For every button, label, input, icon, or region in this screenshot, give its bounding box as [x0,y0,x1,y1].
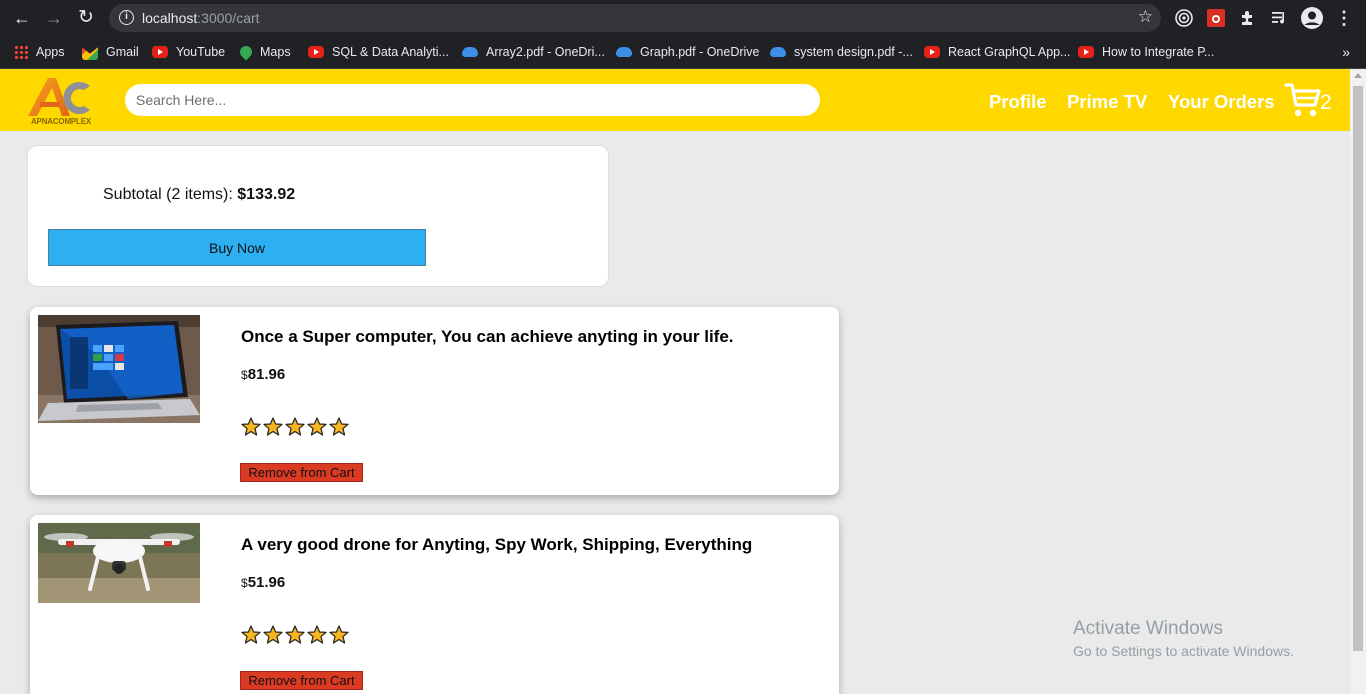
bookmark-apps[interactable]: Apps [14,43,65,61]
site-info-icon[interactable]: i [119,10,134,25]
scroll-thumb[interactable] [1353,86,1363,651]
star-icon [307,417,327,436]
extension-target-icon[interactable] [1174,8,1194,28]
bookmark-array2[interactable]: Array2.pdf - OneDri... [462,43,605,61]
app-header: APNACOMPLEX Profile Prime TV Your Orders… [0,69,1350,131]
price-currency: $ [241,576,248,590]
bookmark-label: YouTube [176,45,226,59]
star-icon [307,625,327,644]
product-image-drone[interactable] [38,523,200,603]
bookmark-gmail[interactable]: Gmail [82,43,139,61]
logo-text: APNACOMPLEX [30,117,92,126]
star-icon [263,625,283,644]
star-icon [241,417,261,436]
back-icon[interactable]: ← [12,8,32,28]
address-bar[interactable]: i localhost:3000/cart ☆ [109,4,1161,32]
youtube-icon [1078,46,1094,58]
price-currency: $ [241,368,248,382]
cart-item: A very good drone for Anyting, Spy Work,… [30,515,839,694]
url-host: localhost [142,10,198,26]
reload-icon[interactable]: ↻ [76,8,96,28]
bookmark-react-graphql[interactable]: React GraphQL App... [924,43,1071,61]
onedrive-icon [616,47,632,57]
nav-your-orders[interactable]: Your Orders [1168,91,1275,113]
bookmarks-bar: Apps Gmail YouTube Maps SQL & Data Analy… [0,36,1366,69]
youtube-icon [924,46,940,58]
remove-from-cart-button[interactable]: Remove from Cart [240,463,363,482]
url-path: :3000/cart [197,10,260,26]
cart-icon [1284,83,1321,117]
star-icon [263,417,283,436]
extensions-puzzle-icon[interactable] [1238,8,1258,28]
subtotal-amount: $133.92 [237,186,296,203]
gmail-icon [82,47,98,60]
subtotal-text: Subtotal (2 items): $133.92 [103,186,295,204]
bookmark-label: Maps [260,45,291,59]
bookmark-system-design[interactable]: system design.pdf -... [770,43,913,61]
browser-toolbar: ← → ↻ i localhost:3000/cart ☆ ⋮ [0,0,1366,36]
product-title[interactable]: A very good drone for Anyting, Spy Work,… [241,535,752,555]
bookmark-label: Apps [36,45,65,59]
product-image-laptop[interactable] [38,315,200,423]
subtotal-card: Subtotal (2 items): $133.92 Buy Now [27,145,609,287]
youtube-icon [308,46,324,58]
bookmark-maps[interactable]: Maps [237,43,291,61]
bookmark-label: Graph.pdf - OneDrive [640,45,760,59]
product-rating [241,625,349,645]
product-price: $81.96 [241,366,285,383]
apps-icon [14,45,28,59]
bookmark-star-icon[interactable]: ☆ [1138,7,1153,27]
watermark-title: Activate Windows [1073,618,1223,639]
price-value: 51.96 [247,574,286,591]
star-icon [285,625,305,644]
logo-icon [28,78,90,116]
price-value: 81.96 [247,366,286,383]
page-scrollbar[interactable] [1350,69,1366,694]
bookmark-label: SQL & Data Analyti... [332,45,449,59]
bookmark-how-to[interactable]: How to Integrate P... [1078,43,1214,61]
bookmarks-overflow-icon[interactable]: » [1342,44,1350,60]
bookmark-label: Gmail [106,45,139,59]
star-icon [329,417,349,436]
extension-red-icon[interactable] [1206,8,1226,28]
bookmark-label: How to Integrate P... [1102,45,1215,59]
profile-avatar-icon[interactable] [1300,6,1324,30]
onedrive-icon [462,47,478,57]
watermark-subtitle: Go to Settings to activate Windows. [1073,643,1294,659]
bookmark-label: system design.pdf -... [794,45,913,59]
bookmark-youtube[interactable]: YouTube [152,43,225,61]
activate-windows-watermark: Activate Windows Go to Settings to activ… [1073,618,1294,659]
search-input[interactable] [125,84,820,116]
star-icon [285,417,305,436]
remove-from-cart-button[interactable]: Remove from Cart [240,671,363,690]
url-text[interactable]: localhost:3000/cart [142,10,260,26]
logo[interactable]: APNACOMPLEX [26,74,96,126]
subtotal-label: Subtotal (2 items): [103,186,233,203]
product-rating [241,417,349,437]
product-title[interactable]: Once a Super computer, You can achieve a… [241,327,734,347]
star-icon [241,625,261,644]
cart-item: Once a Super computer, You can achieve a… [30,307,839,495]
media-queue-icon[interactable] [1270,8,1290,28]
maps-icon [237,43,255,61]
buy-now-button[interactable]: Buy Now [48,229,426,266]
nav-prime-tv[interactable]: Prime TV [1067,91,1147,113]
product-price: $51.96 [241,574,285,591]
cart-count: 2 [1320,91,1332,114]
bookmark-sql[interactable]: SQL & Data Analyti... [308,43,449,61]
bookmark-label: React GraphQL App... [948,45,1071,59]
cart-button[interactable]: 2 [1284,81,1336,121]
scroll-up-icon[interactable] [1354,73,1362,78]
bookmark-graph[interactable]: Graph.pdf - OneDrive [616,43,760,61]
onedrive-icon [770,47,786,57]
forward-icon[interactable]: → [44,8,64,28]
youtube-icon [152,46,168,58]
menu-kebab-icon[interactable]: ⋮ [1334,8,1354,28]
star-icon [329,625,349,644]
nav-profile[interactable]: Profile [989,91,1047,113]
bookmark-label: Array2.pdf - OneDri... [486,45,605,59]
